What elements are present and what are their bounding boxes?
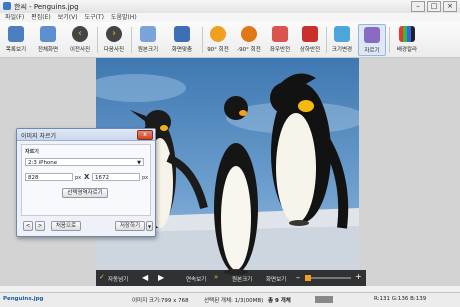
toolbar-separator	[131, 27, 132, 53]
toolbar-separator	[389, 27, 390, 53]
list-icon	[8, 26, 24, 42]
toolbar-flip-vertical-button[interactable]: 상하반전	[296, 24, 324, 56]
close-window-button[interactable]: ×	[443, 1, 457, 12]
menu-edit[interactable]: 편집(E)	[31, 13, 51, 22]
zoom-in-icon[interactable]: +	[355, 272, 362, 281]
status-selection: 선택된 개체: 1/3(00MB)	[204, 298, 264, 304]
crop-dialog: 이미지 자르기 x 자르기 2:3 iPhone ▼ 828 px X 1672…	[16, 128, 156, 237]
navigation-bar: ✓ 자동넘기 ◀ ▶ 연속보기 » 원본크기 화면보기 – +	[96, 270, 366, 286]
rotate-left-icon	[241, 26, 257, 42]
flip-horizontal-icon	[272, 26, 288, 42]
status-filename: Penguins.jpg	[3, 296, 44, 302]
fit-view-label[interactable]: 화면보기	[266, 275, 286, 283]
fit-screen-icon	[174, 26, 190, 42]
next-button[interactable]: >	[35, 221, 45, 231]
aspect-ratio-select[interactable]: 2:3 iPhone ▼	[25, 158, 144, 166]
toolbar-crop-button[interactable]: 자르기	[358, 24, 386, 56]
continuous-view-label[interactable]: 연속보기	[186, 275, 206, 283]
color-swatch	[315, 296, 333, 303]
crop-dialog-titlebar: 이미지 자르기 x	[17, 129, 155, 141]
toolbar-separator	[97, 27, 98, 53]
image-viewer[interactable]: 이미지 자르기 x 자르기 2:3 iPhone ▼ 828 px X 1672…	[0, 58, 460, 286]
toolbar-flip-horizontal-button[interactable]: 좌우반전	[266, 24, 294, 56]
arrow-left-icon: ‹	[72, 26, 88, 42]
reset-button[interactable]: 처음으로	[51, 221, 81, 231]
autoplay-label[interactable]: 자동넘기	[108, 275, 128, 283]
chevron-down-icon: ▼	[137, 160, 141, 166]
toolbar-original-size-button[interactable]: 원본크기	[134, 24, 162, 56]
menu-tools[interactable]: 도구(T)	[85, 13, 104, 22]
toolbar-prev-button[interactable]: ‹ 이전사진	[66, 24, 94, 56]
toolbar-next-button[interactable]: › 다음사진	[100, 24, 128, 56]
original-size-icon	[140, 26, 156, 42]
window-controls: – □ ×	[411, 1, 457, 12]
toolbar-separator	[326, 27, 327, 53]
zoom-out-icon[interactable]: –	[296, 273, 300, 282]
width-unit-label: px	[75, 175, 82, 181]
toolbar-separator	[202, 27, 203, 53]
menu-view[interactable]: 보기(V)	[58, 13, 78, 22]
resize-icon	[334, 26, 350, 42]
nav-prev-icon[interactable]: ◀	[142, 273, 148, 282]
zoom-slider[interactable]	[305, 275, 351, 281]
continuous-arrow-icon: »	[214, 273, 219, 281]
toolbar-background-color-button[interactable]: 배경칼라	[392, 24, 422, 56]
crop-width-input[interactable]: 828	[25, 173, 73, 181]
toolbar: 목록보기 전체화면 ‹ 이전사진 › 다음사진 원본크기 화면맞춤 90° 회전	[0, 22, 460, 58]
menu-help[interactable]: 도움말(H)	[111, 13, 137, 22]
height-unit-label: px	[142, 175, 149, 181]
prev-button[interactable]: <	[23, 221, 33, 231]
app-window: 한씨 - Penguins.jpg – □ × 파일(F) 편집(E) 보기(V…	[0, 0, 460, 307]
app-icon	[3, 2, 11, 10]
crop-selection-button[interactable]: 선택영역자르기	[62, 188, 108, 198]
status-image-size: 이미지 크기:799 x 768	[132, 298, 189, 304]
fullscreen-icon	[40, 26, 56, 42]
crop-height-input[interactable]: 1672	[92, 173, 140, 181]
toolbar-fullscreen-button[interactable]: 전체화면	[32, 24, 64, 56]
times-label: X	[84, 173, 90, 181]
background-color-icon	[399, 26, 415, 42]
status-total: 총 9 개체	[268, 298, 291, 304]
crop-section-label: 자르기	[25, 149, 39, 155]
menu-file[interactable]: 파일(F)	[5, 13, 24, 22]
toolbar-list-button[interactable]: 목록보기	[3, 24, 29, 56]
crop-settings-group: 자르기 2:3 iPhone ▼ 828 px X 1672 px 선택영역자르…	[21, 144, 151, 216]
minimize-button[interactable]: –	[411, 1, 425, 12]
checkbox-icon[interactable]: ✓	[99, 273, 105, 281]
status-bar: Penguins.jpg 이미지 크기:799 x 768 선택된 개체: 1/…	[0, 292, 460, 307]
original-size-label[interactable]: 원본크기	[232, 275, 252, 283]
save-options-chevron-icon[interactable]: ▼	[146, 221, 153, 231]
toolbar-rotate-left-button[interactable]: -90° 회전	[234, 24, 264, 56]
menu-bar: 파일(F) 편집(E) 보기(V) 도구(T) 도움말(H)	[0, 13, 460, 22]
zoom-slider-thumb[interactable]	[305, 275, 311, 281]
crop-dialog-title: 이미지 자르기	[21, 133, 57, 140]
toolbar-rotate-right-button[interactable]: 90° 회전	[204, 24, 232, 56]
crop-icon	[364, 27, 380, 43]
toolbar-fit-screen-button[interactable]: 화면맞춤	[165, 24, 199, 56]
window-title: 한씨 - Penguins.jpg	[14, 3, 79, 11]
flip-vertical-icon	[302, 26, 318, 42]
crop-dialog-close-button[interactable]: x	[137, 130, 153, 140]
arrow-right-icon: ›	[106, 26, 122, 42]
rotate-right-icon	[210, 26, 226, 42]
status-rgb: R:131 G:136 B:139	[374, 296, 427, 302]
maximize-button[interactable]: □	[427, 1, 441, 12]
title-bar: 한씨 - Penguins.jpg – □ ×	[0, 0, 460, 14]
nav-next-icon[interactable]: ▶	[158, 273, 164, 282]
toolbar-resize-button[interactable]: 크기변경	[328, 24, 356, 56]
save-button[interactable]: 저장하기	[115, 221, 145, 231]
